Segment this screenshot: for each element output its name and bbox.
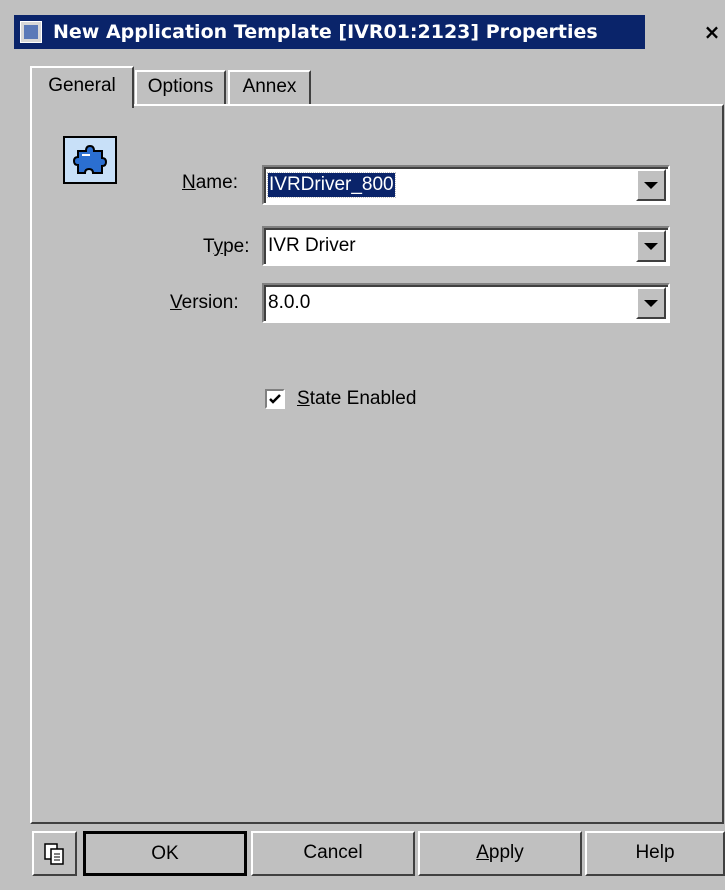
name-label-rest: ame:: [195, 172, 238, 193]
copy-icon: [44, 843, 64, 865]
name-label: Name:: [182, 171, 238, 195]
type-dropdown-arrow-icon[interactable]: [636, 230, 666, 262]
version-value[interactable]: 8.0.0: [268, 291, 310, 315]
apply-button[interactable]: Apply: [418, 831, 582, 876]
tab-options[interactable]: Options: [135, 70, 226, 104]
type-label: Type:: [203, 235, 249, 259]
type-label-mnemonic: y: [213, 236, 224, 257]
title-bar[interactable]: New Application Template [IVR01:2123] Pr…: [0, 0, 725, 63]
checkmark-icon: [269, 394, 281, 404]
name-value[interactable]: IVRDriver_800: [267, 172, 396, 198]
cancel-button[interactable]: Cancel: [251, 831, 415, 876]
general-tab-panel: [30, 104, 724, 824]
ok-button[interactable]: OK: [83, 831, 247, 876]
type-value[interactable]: IVR Driver: [268, 234, 356, 258]
name-combobox[interactable]: IVRDriver_800: [262, 165, 670, 205]
version-combobox-frame: [264, 285, 668, 321]
application-template-icon: [20, 21, 42, 43]
type-label-pre: T: [203, 236, 214, 257]
properties-dialog: New Application Template [IVR01:2123] Pr…: [0, 0, 725, 890]
state-enabled-checkbox[interactable]: [265, 389, 285, 409]
apply-label-rest: pply: [488, 842, 524, 863]
title-bar-active-area[interactable]: New Application Template [IVR01:2123] Pr…: [14, 15, 645, 49]
apply-mnemonic: A: [476, 842, 489, 863]
tab-annex[interactable]: Annex: [228, 70, 311, 104]
name-dropdown-arrow-icon[interactable]: [636, 169, 666, 201]
name-label-mnemonic: N: [182, 172, 196, 193]
state-label-mnemonic: S: [297, 388, 310, 409]
help-button[interactable]: Help: [585, 831, 725, 876]
version-combobox[interactable]: 8.0.0: [262, 283, 670, 323]
type-combobox[interactable]: IVR Driver: [262, 226, 670, 266]
state-enabled-label[interactable]: State Enabled: [297, 387, 416, 411]
close-button[interactable]: ×: [699, 18, 725, 48]
version-label: Version:: [170, 291, 239, 315]
puzzle-piece-icon: [63, 136, 117, 184]
version-label-rest: ersion:: [181, 292, 239, 313]
type-label-rest: pe:: [223, 236, 250, 257]
version-label-mnemonic: V: [170, 292, 182, 313]
version-dropdown-arrow-icon[interactable]: [636, 287, 666, 319]
state-label-rest: tate Enabled: [309, 388, 417, 409]
tab-general[interactable]: General: [30, 66, 134, 108]
window-title: New Application Template [IVR01:2123] Pr…: [53, 21, 598, 43]
copy-button[interactable]: [32, 831, 77, 876]
